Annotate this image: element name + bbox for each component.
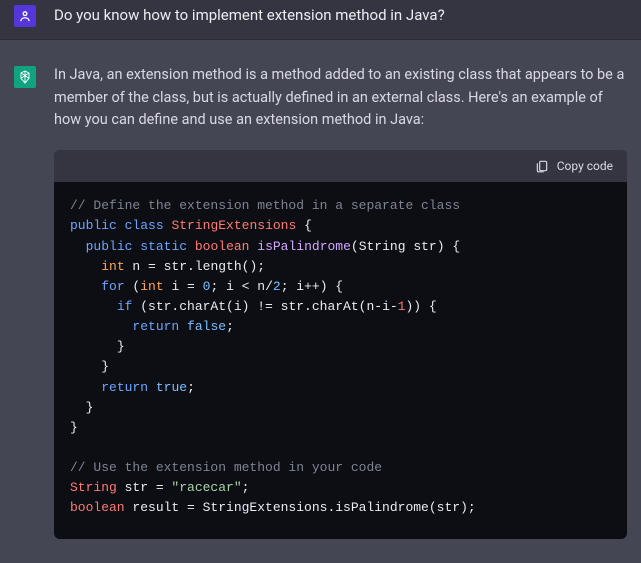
code-text: ; bbox=[226, 319, 234, 334]
code-text: { bbox=[296, 218, 312, 233]
code-keyword: return bbox=[132, 319, 179, 334]
code-type: boolean bbox=[195, 239, 250, 254]
openai-logo-icon bbox=[17, 69, 33, 85]
assistant-message-row: In Java, an extension method is a method… bbox=[0, 40, 641, 562]
assistant-intro-text: In Java, an extension method is a method… bbox=[54, 64, 627, 131]
code-type: String bbox=[70, 480, 117, 495]
code-text: ; bbox=[187, 380, 195, 395]
user-message-row: Do you know how to implement extension m… bbox=[0, 0, 641, 40]
code-brace: } bbox=[70, 420, 78, 435]
code-method: isPalindrome bbox=[257, 239, 351, 254]
code-keyword: class bbox=[125, 218, 164, 233]
code-keyword: static bbox=[140, 239, 187, 254]
clipboard-icon[interactable] bbox=[535, 159, 549, 173]
copy-code-label[interactable]: Copy code bbox=[557, 157, 613, 176]
code-text: (String str) { bbox=[351, 239, 460, 254]
code-brace: } bbox=[117, 339, 125, 354]
code-block: Copy code // Define the extension method… bbox=[54, 150, 627, 539]
code-text: str = bbox=[117, 480, 172, 495]
code-text: i = bbox=[164, 279, 203, 294]
code-text: n = str.length(); bbox=[125, 259, 265, 274]
code-text: )) { bbox=[405, 299, 436, 314]
code-type: int bbox=[140, 279, 163, 294]
user-avatar bbox=[14, 5, 36, 27]
code-text: ; bbox=[242, 480, 250, 495]
code-keyword: return bbox=[101, 380, 148, 395]
code-type: boolean bbox=[70, 500, 125, 515]
user-icon bbox=[18, 9, 32, 23]
code-text: (str.charAt(i) != str.charAt(n-i- bbox=[132, 299, 397, 314]
code-text: ; i++) { bbox=[281, 279, 343, 294]
code-text: ; i < n/ bbox=[210, 279, 272, 294]
code-text: ( bbox=[125, 279, 141, 294]
code-body: // Define the extension method in a sepa… bbox=[54, 182, 627, 538]
code-header: Copy code bbox=[54, 150, 627, 183]
code-keyword: if bbox=[117, 299, 133, 314]
code-brace: } bbox=[101, 359, 109, 374]
code-comment: // Use the extension method in your code bbox=[70, 460, 382, 475]
code-classname: StringExtensions bbox=[171, 218, 296, 233]
code-keyword: public bbox=[86, 239, 133, 254]
user-message-text: Do you know how to implement extension m… bbox=[54, 4, 627, 27]
assistant-message-content: In Java, an extension method is a method… bbox=[54, 64, 627, 538]
assistant-avatar bbox=[14, 66, 36, 88]
chat-container: Do you know how to implement extension m… bbox=[0, 0, 641, 563]
code-keyword: public bbox=[70, 218, 117, 233]
code-comment: // Define the extension method in a sepa… bbox=[70, 198, 460, 213]
code-boolean: true bbox=[156, 380, 187, 395]
code-keyword: for bbox=[101, 279, 124, 294]
code-brace: } bbox=[86, 400, 94, 415]
code-text: result = StringExtensions.isPalindrome(s… bbox=[125, 500, 476, 515]
code-type: int bbox=[101, 259, 124, 274]
code-string: "racecar" bbox=[171, 480, 241, 495]
code-boolean: false bbox=[187, 319, 226, 334]
code-number: 2 bbox=[273, 279, 281, 294]
